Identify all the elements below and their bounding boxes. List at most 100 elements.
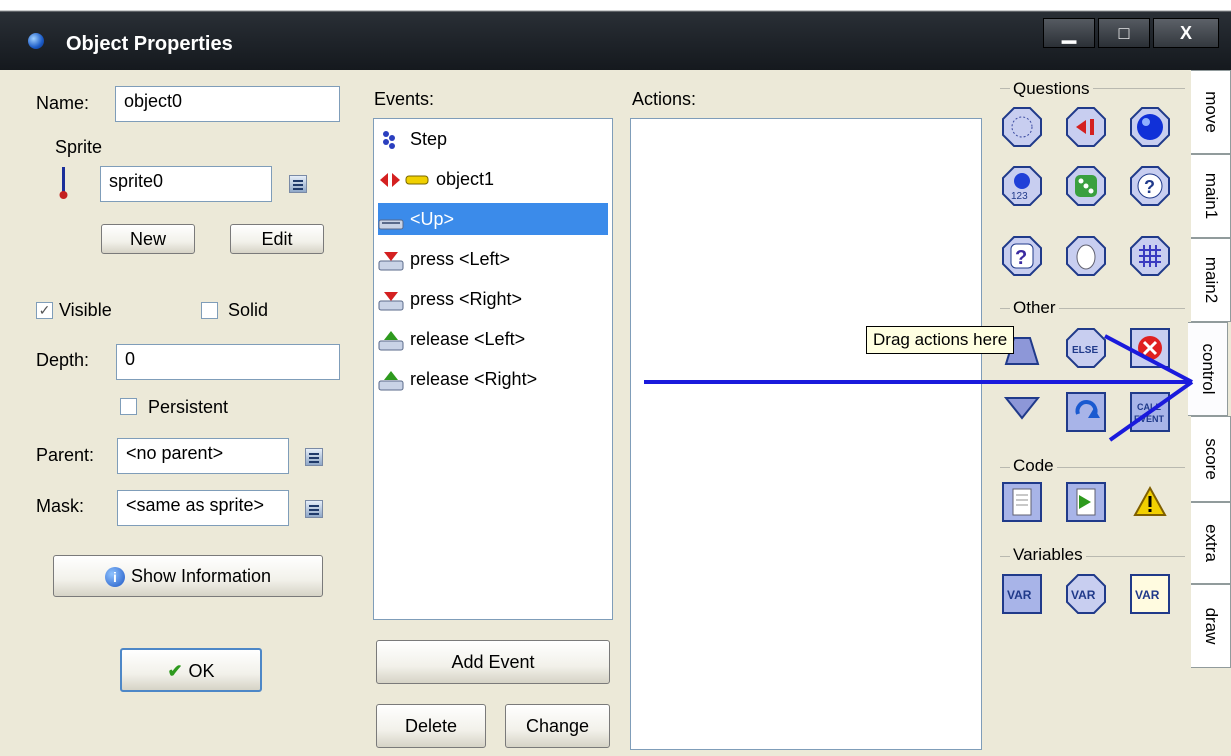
depth-label: Depth: <box>36 350 90 370</box>
svg-text:VAR: VAR <box>1071 588 1096 602</box>
event-label: press <Left> <box>410 249 511 269</box>
event-label: object1 <box>436 169 495 189</box>
collision-icon <box>378 169 430 191</box>
parent-field[interactable]: <no parent> <box>117 438 289 474</box>
tab-label: score <box>1201 438 1221 480</box>
tab-draw[interactable]: draw <box>1191 584 1231 668</box>
edit-sprite-button[interactable]: Edit <box>230 224 324 254</box>
tab-label: draw <box>1201 607 1221 645</box>
checkmark-icon: ✔ <box>167 661 183 681</box>
event-label: press <Right> <box>410 289 523 309</box>
show-information-button[interactable]: i Show Information <box>53 555 323 597</box>
set-variable-icon[interactable]: VAR <box>1002 574 1042 614</box>
test-expression-icon[interactable]: ? <box>1002 236 1042 276</box>
key-release-icon <box>378 329 404 351</box>
event-release-right[interactable]: release <Right> <box>378 363 608 395</box>
keyboard-icon <box>378 209 404 231</box>
svg-text:123: 123 <box>1011 191 1028 202</box>
maximize-button[interactable]: □ <box>1098 18 1150 48</box>
info-icon: i <box>104 567 125 588</box>
depth-field[interactable]: 0 <box>116 344 340 380</box>
event-label: release <Right> <box>410 369 538 389</box>
check-object-icon[interactable] <box>1130 107 1170 147</box>
variables-label: Variables <box>1010 545 1086 565</box>
sprite-label: Sprite <box>55 137 103 157</box>
draw-variable-icon[interactable]: VAR <box>1130 574 1170 614</box>
ok-label: OK <box>188 661 215 681</box>
tab-label: main1 <box>1201 172 1221 220</box>
event-label: Step <box>410 129 448 149</box>
event-label: release <Left> <box>410 329 526 349</box>
sprite-menu-icon[interactable] <box>289 175 307 193</box>
tab-main2[interactable]: main2 <box>1191 238 1231 322</box>
svg-text:VAR: VAR <box>1007 588 1032 602</box>
object-properties-window: Object Properties ▁ □ X Name: object0 Sp… <box>0 0 1231 756</box>
test-instance-count-icon[interactable]: 123 <box>1002 166 1042 206</box>
check-question-icon[interactable]: ? <box>1130 166 1170 206</box>
window-title: Object Properties <box>66 33 233 55</box>
drag-actions-tooltip: Drag actions here <box>866 326 1015 354</box>
visible-checkbox[interactable]: ✓ <box>36 302 53 319</box>
svg-text:?: ? <box>1144 177 1155 197</box>
mask-menu-icon[interactable] <box>305 500 323 518</box>
questions-label: Questions <box>1010 79 1093 99</box>
event-key-up[interactable]: <Up> <box>378 203 608 235</box>
title-bar[interactable]: Object Properties ▁ □ X <box>0 0 1231 70</box>
tab-label: extra <box>1201 524 1221 562</box>
sprite-field[interactable]: sprite0 <box>100 166 272 202</box>
new-sprite-button[interactable]: New <box>101 224 195 254</box>
event-collision-object1[interactable]: object1 <box>378 163 608 195</box>
parent-label: Parent: <box>36 445 95 465</box>
tab-move[interactable]: move <box>1191 70 1231 154</box>
solid-checkbox[interactable] <box>201 302 218 319</box>
check-grid-icon[interactable] <box>1130 236 1170 276</box>
check-empty-icon[interactable] <box>1002 107 1042 147</box>
name-field[interactable]: object0 <box>115 86 340 122</box>
check-collision-icon[interactable] <box>1066 107 1106 147</box>
persistent-label: Persistent <box>148 397 229 417</box>
sprite-thumbnail <box>58 165 70 201</box>
check-mouse-icon[interactable] <box>1066 236 1106 276</box>
tab-label: control <box>1198 343 1218 395</box>
other-label: Other <box>1010 298 1059 318</box>
key-press-icon <box>378 249 404 271</box>
close-button[interactable]: X <box>1153 18 1219 48</box>
test-chance-icon[interactable] <box>1066 166 1106 206</box>
show-information-label: Show Information <box>130 566 272 586</box>
solid-label: Solid <box>228 300 269 320</box>
event-step[interactable]: Step <box>378 123 608 155</box>
add-event-button[interactable]: Add Event <box>376 640 610 684</box>
key-release-icon <box>378 369 404 391</box>
key-press-icon <box>378 289 404 311</box>
execute-script-icon[interactable] <box>1066 482 1106 522</box>
delete-event-button[interactable]: Delete <box>376 704 486 748</box>
events-label: Events: <box>374 89 435 109</box>
execute-code-icon[interactable] <box>1002 482 1042 522</box>
app-icon <box>28 33 44 49</box>
mask-label: Mask: <box>36 496 85 516</box>
event-press-left[interactable]: press <Left> <box>378 243 608 275</box>
test-variable-icon[interactable]: VAR <box>1066 574 1106 614</box>
tab-extra[interactable]: extra <box>1191 502 1231 584</box>
name-label: Name: <box>36 93 90 113</box>
parent-menu-icon[interactable] <box>305 448 323 466</box>
minimize-button[interactable]: ▁ <box>1043 18 1095 48</box>
event-label: <Up> <box>410 209 455 229</box>
event-release-left[interactable]: release <Left> <box>378 323 608 355</box>
svg-text:VAR: VAR <box>1135 588 1160 602</box>
actions-label: Actions: <box>632 89 697 109</box>
svg-text:?: ? <box>1015 247 1027 269</box>
step-icon <box>378 129 404 151</box>
tab-label: main2 <box>1201 256 1221 304</box>
events-list[interactable]: Step object1 <Up> press <Left> press <Ri… <box>373 118 613 620</box>
tab-label: move <box>1201 91 1221 133</box>
tab-main1[interactable]: main1 <box>1191 154 1231 238</box>
mask-field[interactable]: <same as sprite> <box>117 490 289 526</box>
persistent-checkbox[interactable] <box>120 398 137 415</box>
visible-label: Visible <box>59 300 112 320</box>
code-label: Code <box>1010 456 1057 476</box>
comment-warning-icon[interactable] <box>1130 482 1170 522</box>
change-event-button[interactable]: Change <box>505 704 610 748</box>
ok-button[interactable]: ✔ OK <box>120 648 262 692</box>
event-press-right[interactable]: press <Right> <box>378 283 608 315</box>
